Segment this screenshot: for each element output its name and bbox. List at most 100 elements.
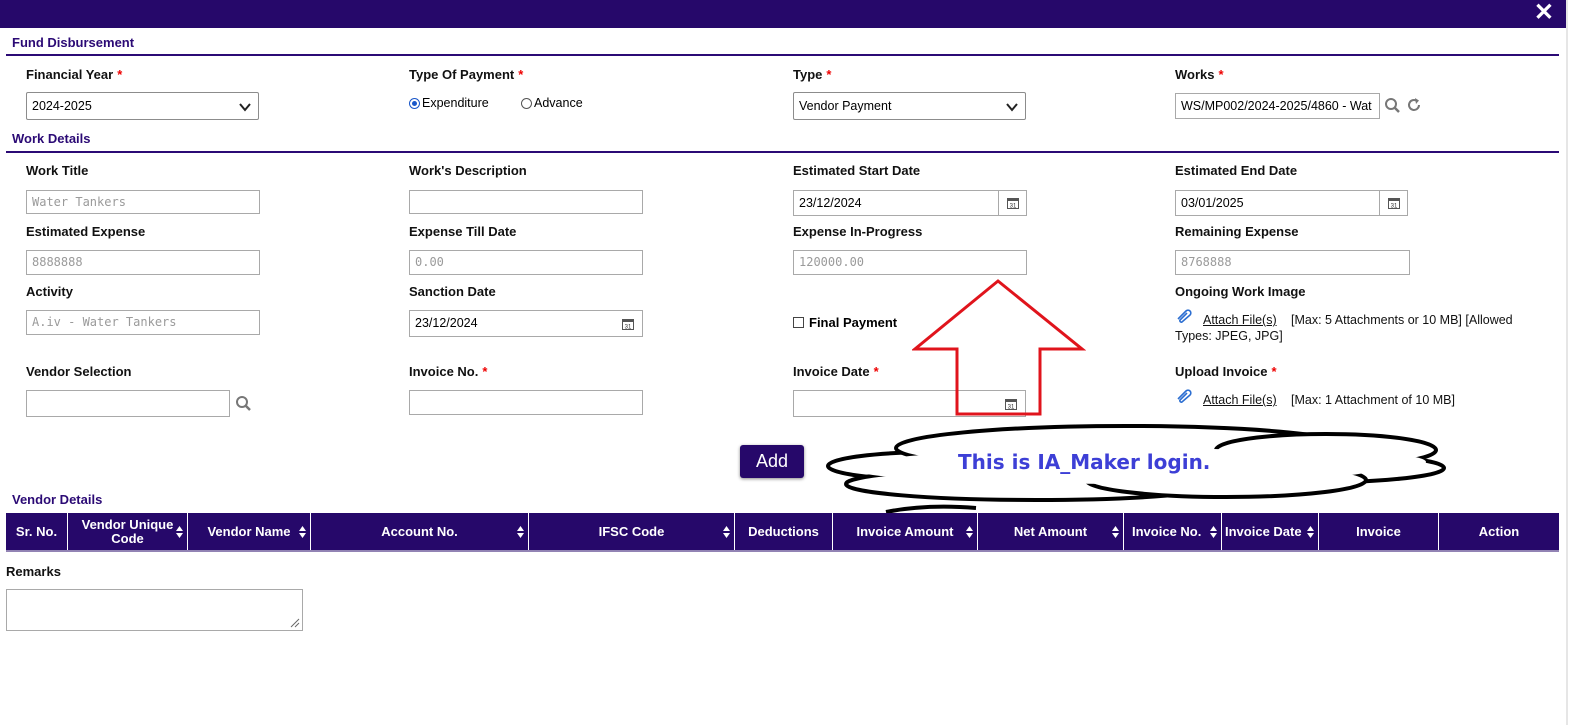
type-select[interactable]: Vendor Payment — [793, 92, 1026, 120]
resize-handle-icon[interactable] — [290, 618, 300, 628]
section-divider — [6, 151, 1559, 153]
ongoing-image-label: Ongoing Work Image — [1175, 284, 1306, 299]
type-value: Vendor Payment — [799, 99, 892, 113]
sanction-date-field[interactable]: 23/12/2024 31 — [409, 310, 643, 337]
radio-expenditure-label: Expenditure — [422, 96, 489, 110]
section-title-fund-disbursement: Fund Disbursement — [12, 35, 135, 50]
scrollbar-track — [1566, 0, 1568, 725]
est-start-date-value: 23/12/2024 — [799, 196, 862, 210]
expense-till-date-field[interactable]: 0.00 — [409, 250, 643, 275]
svg-text:31: 31 — [625, 324, 632, 330]
column-header-invoice-date[interactable]: Invoice Date — [1222, 513, 1319, 550]
final-payment-checkbox[interactable]: Final Payment — [793, 315, 897, 330]
column-header-account-no[interactable]: Account No. — [311, 513, 529, 550]
calendar-icon[interactable]: 31 — [614, 311, 642, 336]
remarks-label: Remarks — [6, 564, 61, 579]
invoice-no-label: Invoice No. * — [409, 364, 488, 379]
annotation-up-arrow — [912, 279, 1086, 416]
est-start-date-label: Estimated Start Date — [793, 163, 921, 178]
vendor-selection-label: Vendor Selection — [26, 364, 132, 379]
est-expense-field[interactable]: 8888888 — [26, 250, 260, 275]
annotation-text: This is IA_Maker login. — [958, 450, 1211, 474]
radio-advance[interactable]: Advance — [521, 96, 583, 110]
radio-expenditure[interactable]: Expenditure — [409, 96, 489, 110]
calendar-icon[interactable]: 31 — [998, 191, 1026, 215]
upload-invoice-note: [Max: 1 Attachment of 10 MB] — [1291, 393, 1455, 407]
vendor-selection-field[interactable] — [26, 390, 230, 417]
payment-type-label: Type Of Payment * — [409, 67, 524, 82]
work-description-label: Work's Description — [409, 163, 527, 178]
sort-icon[interactable] — [1112, 526, 1119, 538]
remarks-textarea[interactable] — [6, 589, 303, 631]
ongoing-image-attach-link[interactable]: Attach File(s) — [1203, 313, 1277, 327]
works-input[interactable]: WS/MP002/2024-2025/4860 - Wat — [1175, 93, 1380, 119]
sort-icon[interactable] — [723, 526, 730, 538]
refresh-icon[interactable] — [1405, 96, 1423, 114]
search-icon[interactable] — [1384, 97, 1401, 114]
radio-advance-label: Advance — [534, 96, 583, 110]
column-header-vendor-name[interactable]: Vendor Name — [188, 513, 311, 550]
column-header-invoice-amount[interactable]: Invoice Amount — [833, 513, 978, 550]
section-title-vendor-details: Vendor Details — [12, 492, 103, 507]
column-header-invoice-no[interactable]: Invoice No. — [1124, 513, 1222, 550]
upload-invoice-label: Upload Invoice * — [1175, 364, 1277, 379]
add-button[interactable]: Add — [740, 445, 804, 478]
work-title-field[interactable]: Water Tankers — [26, 190, 260, 214]
modal-header-bar: ✕ — [0, 0, 1568, 28]
sort-icon[interactable] — [1307, 526, 1314, 538]
column-header-invoice: Invoice — [1319, 513, 1439, 550]
table-bottom-border — [6, 550, 1559, 552]
column-header-deductions: Deductions — [735, 513, 833, 550]
sort-icon[interactable] — [176, 526, 183, 538]
est-expense-label: Estimated Expense — [26, 224, 146, 239]
sort-icon[interactable] — [966, 526, 973, 538]
activity-field[interactable]: A.iv - Water Tankers — [26, 310, 260, 335]
column-header-vendor-unique-code[interactable]: Vendor Unique Code — [68, 513, 188, 550]
est-end-date-label: Estimated End Date — [1175, 163, 1298, 178]
type-label: Type * — [793, 67, 832, 82]
expense-in-progress-label: Expense In-Progress — [793, 224, 923, 239]
vendor-table-header: Sr. No. Vendor Unique Code Vendor Name A… — [6, 513, 1559, 550]
financial-year-value: 2024-2025 — [32, 99, 92, 113]
est-start-date-field[interactable]: 23/12/2024 31 — [793, 190, 1027, 216]
remaining-expense-label: Remaining Expense — [1175, 224, 1299, 239]
column-header-net-amount[interactable]: Net Amount — [978, 513, 1124, 550]
paperclip-icon — [1177, 389, 1192, 403]
close-icon[interactable]: ✕ — [1534, 0, 1554, 26]
financial-year-select[interactable]: 2024-2025 — [26, 92, 259, 120]
column-header-sr-no: Sr. No. — [6, 513, 68, 550]
expense-till-date-label: Expense Till Date — [409, 224, 517, 239]
work-description-field[interactable] — [409, 190, 643, 214]
section-divider — [6, 54, 1559, 56]
paperclip-icon — [1177, 309, 1192, 323]
ongoing-image-types-note: Types: JPEG, JPG] — [1175, 329, 1283, 343]
upload-invoice-attach-link[interactable]: Attach File(s) — [1203, 393, 1277, 407]
checkbox-icon — [793, 317, 804, 328]
sort-icon[interactable] — [1210, 526, 1217, 538]
search-icon[interactable] — [235, 395, 252, 412]
sanction-date-label: Sanction Date — [409, 284, 496, 299]
column-header-action: Action — [1478, 523, 1520, 539]
calendar-icon[interactable]: 31 — [1379, 191, 1407, 215]
financial-year-label: Financial Year * — [26, 67, 123, 82]
invoice-date-label: Invoice Date * — [793, 364, 879, 379]
works-label: Works * — [1175, 67, 1224, 82]
svg-text:31: 31 — [1009, 204, 1016, 210]
svg-text:31: 31 — [1390, 204, 1397, 210]
radio-unselected-icon — [521, 97, 532, 109]
sort-icon[interactable] — [299, 526, 306, 538]
invoice-no-field[interactable] — [409, 390, 643, 415]
remaining-expense-field[interactable]: 8768888 — [1175, 250, 1410, 275]
activity-label: Activity — [26, 284, 73, 299]
est-end-date-value: 03/01/2025 — [1181, 196, 1244, 210]
chevron-down-icon — [1006, 103, 1018, 112]
column-header-ifsc-code[interactable]: IFSC Code — [529, 513, 735, 550]
sanction-date-value: 23/12/2024 — [415, 316, 478, 330]
work-title-label: Work Title — [26, 163, 89, 178]
sort-icon[interactable] — [517, 526, 524, 538]
est-end-date-field[interactable]: 03/01/2025 31 — [1175, 190, 1408, 216]
chevron-down-icon — [239, 103, 251, 112]
ongoing-image-note: [Max: 5 Attachments or 10 MB] [Allowed — [1291, 313, 1513, 327]
expense-in-progress-field[interactable]: 120000.00 — [793, 250, 1027, 275]
section-title-work-details: Work Details — [12, 131, 91, 146]
